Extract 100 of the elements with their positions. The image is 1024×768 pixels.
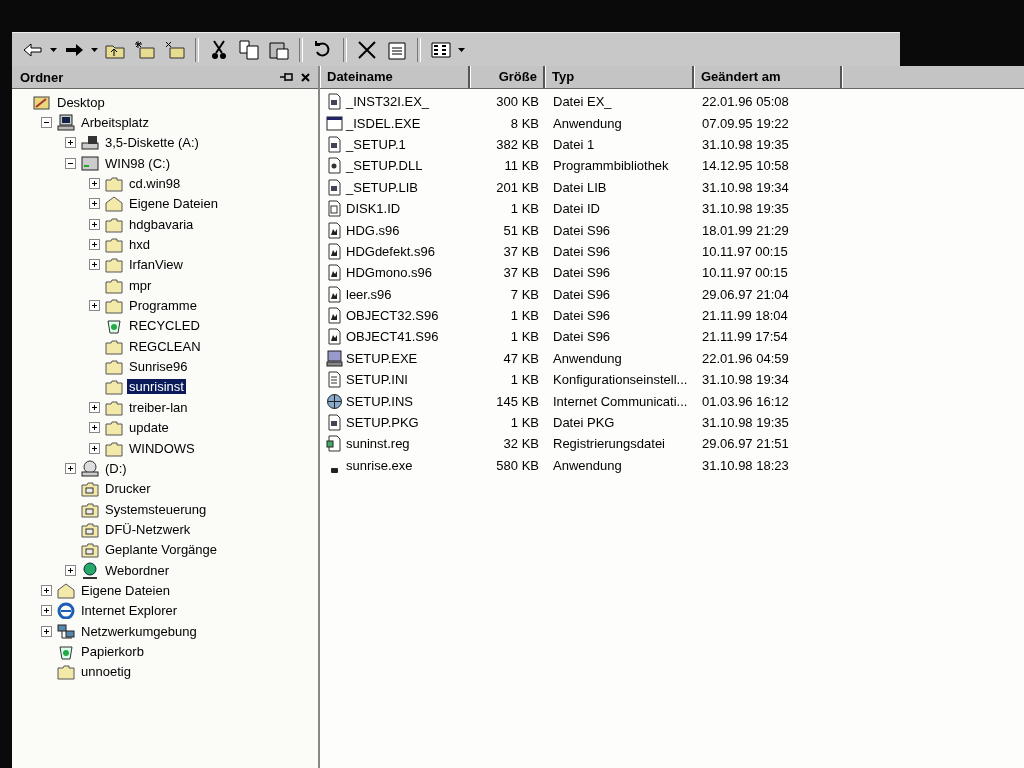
tree-item[interactable]: Netzwerkumgebung (79, 623, 199, 639)
file-name[interactable]: sunrise.exe (346, 457, 413, 473)
file-type: Datei EX_ (552, 94, 613, 110)
expand-toggle[interactable] (65, 462, 76, 474)
pane-title: Ordner (20, 69, 65, 85)
tree-item[interactable]: cd.win98 (127, 176, 183, 192)
file-name[interactable]: leer.s96 (346, 286, 392, 302)
tree-item[interactable]: WINDOWS (127, 440, 197, 456)
column-header[interactable]: Typ (545, 66, 694, 88)
tree-item[interactable]: Papierkorb (79, 643, 146, 659)
column-header[interactable]: Größe (470, 66, 545, 88)
modified-date: 31.10.98 19:35 (701, 136, 790, 152)
computer-icon (57, 114, 75, 131)
file-name[interactable]: _SETUP.1 (346, 136, 406, 152)
tree-item[interactable]: Geplante Vorgänge (103, 542, 220, 558)
expand-toggle[interactable] (89, 198, 100, 210)
tree-item[interactable]: Desktop (55, 94, 107, 110)
expand-toggle[interactable] (89, 442, 100, 454)
tree-item[interactable]: Systemsteuerung (103, 501, 209, 517)
tree-item[interactable]: DFÜ-Netzwerk (103, 521, 193, 537)
tree-item[interactable]: mpr (127, 277, 154, 293)
expand-toggle[interactable] (89, 300, 100, 312)
file-name[interactable]: SETUP.PKG (346, 415, 419, 431)
tree-item[interactable]: REGCLEAN (127, 338, 203, 354)
file-name[interactable]: SETUP.INI (346, 372, 408, 388)
tree-item[interactable]: unnoetig (79, 664, 133, 680)
tree-item[interactable]: Internet Explorer (79, 603, 180, 619)
close-icon[interactable] (301, 72, 310, 82)
tree-item[interactable]: hxd (127, 237, 152, 253)
file-icon (326, 371, 343, 389)
file-icon (326, 307, 343, 325)
system-folder-icon (81, 500, 99, 518)
collapse-toggle[interactable] (41, 117, 52, 128)
file-name[interactable]: SETUP.INS (346, 393, 413, 409)
column-header[interactable]: Geändert am (694, 66, 842, 88)
expand-toggle[interactable] (41, 625, 52, 637)
tree-item[interactable]: Programme (127, 298, 199, 314)
column-header[interactable]: Dateiname (320, 66, 470, 88)
tree-item[interactable]: update (127, 420, 171, 436)
folder-icon (105, 236, 123, 254)
expand-toggle[interactable] (41, 584, 52, 596)
modified-date: 29.06.97 21:51 (701, 436, 790, 452)
file-name[interactable]: DISK1.ID (346, 201, 401, 217)
expand-toggle[interactable] (89, 239, 100, 251)
file-type: Datei S96 (552, 286, 612, 302)
file-size: 1 KB (509, 372, 540, 388)
file-name[interactable]: suninst.reg (346, 436, 410, 452)
file-name[interactable]: SETUP.EXE (346, 350, 418, 366)
pin-icon[interactable] (279, 72, 293, 82)
expand-toggle[interactable] (65, 564, 76, 576)
file-name[interactable]: OBJECT32.S96 (346, 308, 439, 324)
collapse-toggle[interactable] (65, 157, 76, 169)
dropdown-caret-icon[interactable] (50, 47, 57, 52)
tree-item[interactable]: Webordner (103, 562, 172, 578)
tree-item[interactable]: sunrisinst (127, 379, 186, 395)
tree-item[interactable]: Drucker (103, 481, 153, 497)
file-type: Anwendung (552, 457, 623, 473)
expand-toggle[interactable] (65, 137, 76, 149)
modified-date: 31.10.98 19:35 (701, 415, 790, 431)
expand-toggle[interactable] (89, 259, 100, 271)
tree-item[interactable]: Eigene Dateien (79, 582, 172, 598)
expand-toggle[interactable] (89, 218, 100, 230)
file-icon (326, 435, 343, 453)
folder-icon (105, 256, 123, 274)
modified-date: 01.03.96 16:12 (701, 393, 790, 409)
file-name[interactable]: HDGdefekt.s96 (346, 243, 435, 259)
tree-item[interactable]: hdgbavaria (127, 216, 196, 232)
expand-toggle[interactable] (89, 422, 100, 434)
folder-icon (105, 398, 123, 416)
file-name[interactable]: HDG.s96 (346, 222, 400, 238)
dropdown-caret-icon[interactable] (458, 47, 465, 52)
tree-item[interactable]: (D:) (103, 460, 129, 476)
file-name[interactable]: OBJECT41.S96 (346, 329, 439, 345)
file-name[interactable]: _ISDEL.EXE (346, 115, 421, 131)
file-icon (326, 328, 343, 346)
file-size: 11 KB (503, 158, 540, 174)
dropdown-caret-icon[interactable] (91, 47, 98, 52)
expand-toggle[interactable] (89, 178, 100, 190)
file-type: Anwendung (552, 350, 623, 366)
file-name[interactable]: _SETUP.DLL (346, 158, 423, 174)
expand-toggle[interactable] (89, 401, 100, 413)
tree-item[interactable]: Arbeitsplatz (79, 115, 151, 130)
globe-icon (326, 392, 343, 410)
recycle-bin-icon (105, 317, 123, 335)
tree-item[interactable]: Sunrise96 (127, 359, 190, 375)
file-name[interactable]: HDGmono.s96 (346, 265, 432, 281)
tree-item[interactable]: RECYCLED (127, 318, 202, 334)
file-name[interactable]: _SETUP.LIB (346, 179, 419, 195)
tree-item[interactable]: 3,5-Diskette (A:) (103, 135, 201, 151)
tree-item[interactable]: IrfanView (127, 257, 185, 273)
file-type: Datei S96 (552, 308, 612, 324)
file-type: Registrierungsdatei (552, 436, 666, 452)
file-name[interactable]: _INST32I.EX_ (346, 94, 430, 110)
system-folder-icon (81, 541, 99, 559)
expand-toggle[interactable] (41, 605, 52, 617)
tree-item[interactable]: treiber-lan (127, 399, 190, 415)
tree-item[interactable]: WIN98 (C:) (103, 155, 172, 171)
tree-item[interactable]: Eigene Dateien (127, 196, 220, 212)
file-size: 37 KB (502, 265, 540, 281)
globe-icon (81, 561, 99, 579)
